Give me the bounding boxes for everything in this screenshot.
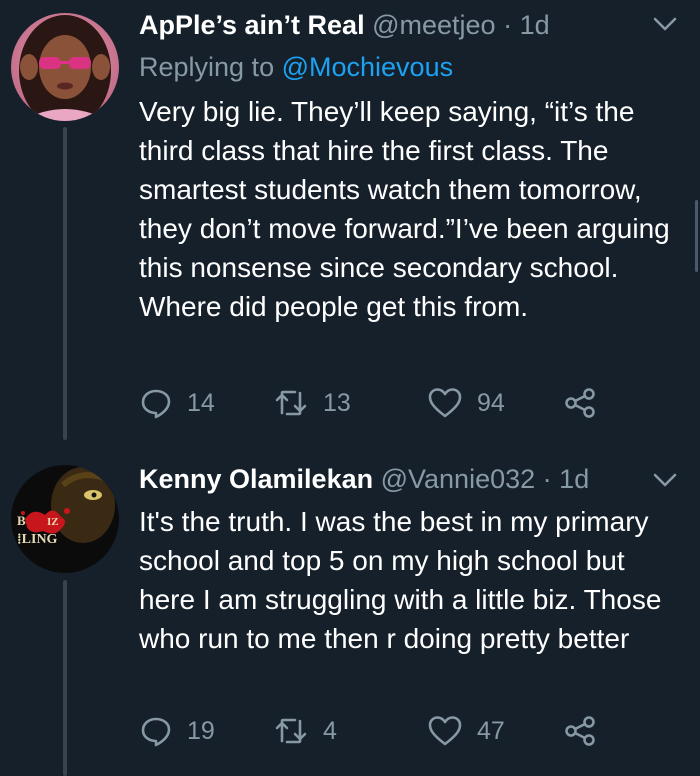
- avatar-logo-image: B IZ ⁞LING: [11, 465, 119, 573]
- reply-count: 14: [187, 388, 215, 417]
- replying-to-prefix: Replying to: [139, 52, 275, 82]
- svg-text:⁞LING: ⁞LING: [17, 532, 58, 547]
- share-icon: [565, 716, 595, 746]
- tweet-1[interactable]: ApPle’s ain’t Real @meetjeo · 1d Replyin…: [0, 0, 700, 440]
- author-handle[interactable]: @meetjeo: [372, 10, 495, 40]
- share-icon: [565, 388, 595, 418]
- like-button[interactable]: 47: [427, 713, 505, 749]
- tweet-text: It's the truth. I was the best in my pri…: [139, 506, 662, 654]
- avatar[interactable]: B IZ ⁞LING: [11, 465, 119, 573]
- chevron-down-icon[interactable]: [652, 16, 678, 32]
- separator-dot: ·: [542, 464, 552, 494]
- tweet-text: Very big lie. They’ll keep saying, “it’s…: [139, 96, 670, 322]
- retweet-button[interactable]: 4: [273, 713, 337, 749]
- replying-to-mention[interactable]: @Mochievous: [282, 52, 453, 82]
- chevron-down-icon[interactable]: [652, 472, 678, 488]
- tweet-actions: 19 4 47: [139, 713, 699, 749]
- author-handle[interactable]: @Vannie032: [381, 464, 536, 494]
- author-name[interactable]: Kenny Olamilekan: [139, 464, 373, 494]
- scrollbar[interactable]: [695, 200, 698, 272]
- share-button[interactable]: [563, 713, 597, 749]
- avatar-logo-letters: B: [17, 513, 26, 528]
- like-count: 94: [477, 388, 505, 417]
- avatar[interactable]: [11, 13, 119, 121]
- replying-to-line: Replying to @Mochievous: [139, 51, 453, 83]
- retweet-count: 13: [323, 388, 351, 417]
- tweet-header: ApPle’s ain’t Real @meetjeo · 1d: [139, 9, 550, 41]
- reply-button[interactable]: 19: [139, 713, 215, 749]
- timestamp[interactable]: 1d: [559, 464, 589, 494]
- share-button[interactable]: [563, 385, 597, 421]
- retweet-count: 4: [323, 716, 337, 745]
- tweet-header: Kenny Olamilekan @Vannie032 · 1d: [139, 463, 589, 495]
- separator-dot: ·: [503, 10, 513, 40]
- retweet-icon: [275, 390, 307, 416]
- reply-button[interactable]: 14: [139, 385, 215, 421]
- thread-line: [63, 580, 67, 776]
- svg-text:IZ: IZ: [47, 516, 59, 528]
- like-button[interactable]: 94: [427, 385, 505, 421]
- avatar-image: [11, 13, 119, 121]
- heart-icon: [428, 716, 462, 746]
- reply-icon: [141, 717, 171, 747]
- tweet-2[interactable]: B IZ ⁞LING Kenny Olamilekan @Vannie032 ·…: [0, 445, 700, 776]
- reply-icon: [141, 389, 171, 419]
- author-name[interactable]: ApPle’s ain’t Real: [139, 10, 365, 40]
- timestamp[interactable]: 1d: [520, 10, 550, 40]
- retweet-icon: [275, 718, 307, 744]
- tweet-actions: 14 13 94: [139, 385, 699, 421]
- retweet-button[interactable]: 13: [273, 385, 351, 421]
- reply-count: 19: [187, 716, 215, 745]
- thread-line: [63, 127, 67, 440]
- heart-icon: [428, 388, 462, 418]
- like-count: 47: [477, 716, 505, 745]
